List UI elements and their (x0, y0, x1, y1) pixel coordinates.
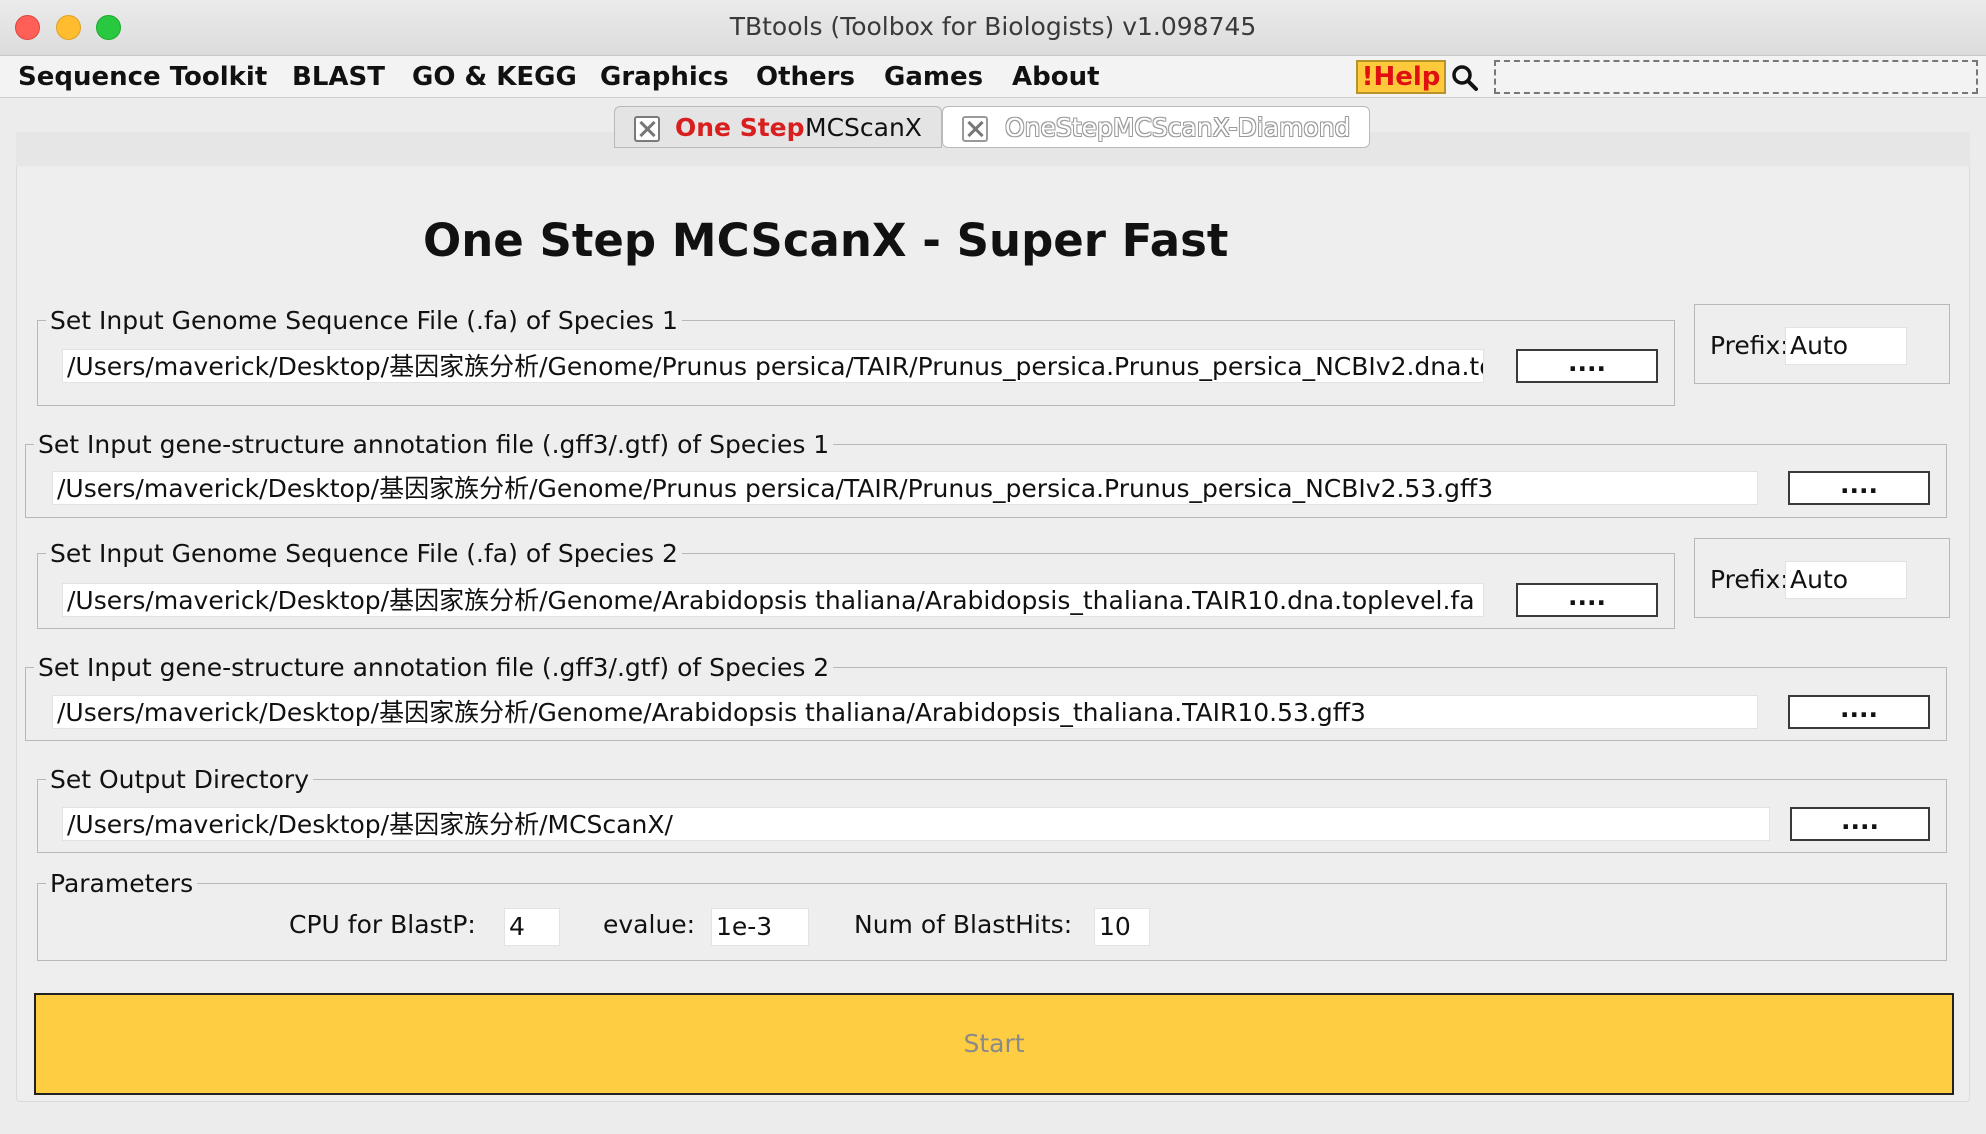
menu-games[interactable]: Games (884, 62, 983, 92)
menu-others[interactable]: Others (756, 62, 855, 92)
start-button[interactable]: Start (34, 993, 1954, 1095)
blast-hits-label: Num of BlastHits: (854, 910, 1073, 939)
title-bar: TBtools (Toolbox for Biologists) v1.0987… (0, 0, 1986, 56)
species2-genome-browse-button[interactable]: .... (1516, 583, 1658, 617)
menu-bar: Sequence Toolkit BLAST GO & KEGG Graphic… (0, 56, 1986, 98)
species2-annotation-legend: Set Input gene-structure annotation file… (38, 653, 830, 682)
species1-genome-path-field[interactable]: /Users/maverick/Desktop/基因家族分析/Genome/Pr… (62, 349, 1484, 383)
close-tab-icon[interactable] (962, 116, 988, 142)
species2-genome-legend: Set Input Genome Sequence File (.fa) of … (50, 539, 678, 568)
output-directory-path-field[interactable]: /Users/maverick/Desktop/基因家族分析/MCScanX/ (62, 807, 1770, 841)
menu-about[interactable]: About (1012, 62, 1100, 92)
cpu-input[interactable]: 4 (504, 908, 560, 946)
species2-prefix-input[interactable]: Auto (1785, 561, 1907, 599)
cpu-label: CPU for BlastP: (289, 910, 476, 939)
menu-graphics[interactable]: Graphics (600, 62, 729, 92)
app-window: TBtools (Toolbox for Biologists) v1.0987… (0, 0, 1986, 1134)
evalue-input[interactable]: 1e-3 (711, 908, 809, 946)
species1-prefix-input[interactable]: Auto (1785, 327, 1907, 365)
search-icon[interactable] (1450, 63, 1480, 93)
tab-one-step-mcscanx[interactable]: One Step MCScanX (614, 106, 942, 148)
species1-prefix-label: Prefix: (1710, 331, 1789, 360)
close-tab-icon[interactable] (634, 116, 660, 142)
output-directory-legend: Set Output Directory (50, 765, 310, 794)
output-directory-browse-button[interactable]: .... (1790, 807, 1930, 841)
menu-sequence-toolkit[interactable]: Sequence Toolkit (18, 62, 267, 92)
species2-prefix-box: Prefix: Auto (1694, 538, 1950, 618)
species1-annotation-browse-button[interactable]: .... (1788, 471, 1930, 505)
menu-go-kegg[interactable]: GO & KEGG (412, 62, 577, 92)
species1-genome-browse-button[interactable]: .... (1516, 349, 1658, 383)
tab-strip: One Step MCScanX OneStepMCScanX-Diamond (614, 106, 1370, 150)
window-title: TBtools (Toolbox for Biologists) v1.0987… (729, 12, 1257, 41)
page-title: One Step MCScanX - Super Fast (423, 214, 1229, 267)
species2-annotation-path-field[interactable]: /Users/maverick/Desktop/基因家族分析/Genome/Ar… (52, 695, 1758, 729)
search-input[interactable] (1494, 60, 1978, 94)
species1-prefix-box: Prefix: Auto (1694, 304, 1950, 384)
species2-annotation-browse-button[interactable]: .... (1788, 695, 1930, 729)
tab-label-highlight: One Step (675, 113, 805, 142)
tab-label: MCScanX (805, 113, 922, 142)
species2-prefix-label: Prefix: (1710, 565, 1789, 594)
tab-label: OneStepMCScanX-Diamond (1005, 113, 1351, 142)
help-button[interactable]: !Help (1356, 60, 1446, 94)
blast-hits-input[interactable]: 10 (1094, 908, 1150, 946)
species2-genome-path-field[interactable]: /Users/maverick/Desktop/基因家族分析/Genome/Ar… (62, 583, 1484, 617)
species1-genome-legend: Set Input Genome Sequence File (.fa) of … (50, 306, 678, 335)
parameters-legend: Parameters (50, 869, 194, 898)
evalue-label: evalue: (603, 910, 696, 939)
tab-one-step-mcscanx-diamond[interactable]: OneStepMCScanX-Diamond (942, 106, 1370, 148)
species1-annotation-legend: Set Input gene-structure annotation file… (38, 430, 830, 459)
species1-annotation-path-field[interactable]: /Users/maverick/Desktop/基因家族分析/Genome/Pr… (52, 471, 1758, 505)
menu-blast[interactable]: BLAST (292, 62, 385, 92)
